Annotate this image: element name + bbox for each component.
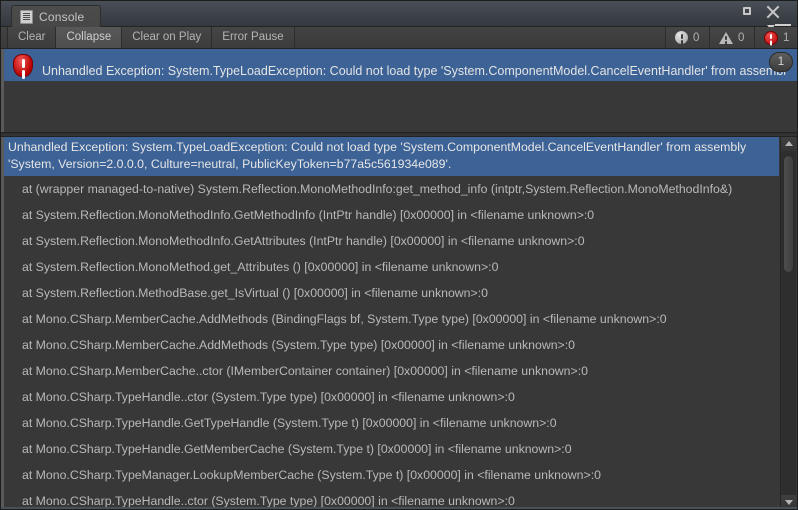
warning-count: 0 [738, 31, 745, 44]
scrollbar-thumb[interactable] [783, 155, 794, 273]
stack-trace-line[interactable]: at System.Reflection.MethodBase.get_IsVi… [4, 280, 779, 306]
stack-trace-line[interactable]: at System.Reflection.MonoMethodInfo.GetA… [4, 228, 779, 254]
window-bottom-edge [1, 507, 797, 509]
info-icon [675, 31, 688, 44]
error-count: 1 [783, 31, 790, 44]
detail-header-line: Unhandled Exception: System.TypeLoadExce… [8, 140, 747, 154]
stack-trace-line[interactable]: at Mono.CSharp.MemberCache.AddMethods (B… [4, 306, 779, 332]
window-titlebar: Console [1, 1, 797, 34]
stack-trace-line[interactable]: at Mono.CSharp.MemberCache..ctor (IMembe… [4, 358, 779, 384]
stack-trace-line[interactable]: at System.Reflection.MonoMethodInfo.GetM… [4, 202, 779, 228]
info-count-toggle[interactable]: 0 [665, 27, 709, 48]
stack-trace-line[interactable]: at Mono.CSharp.TypeHandle..ctor (System.… [4, 488, 779, 509]
log-detail-pane[interactable]: Unhandled Exception: System.TypeLoadExce… [1, 137, 797, 509]
console-window: Console Clear Collapse Clear on Play Err… [0, 0, 798, 510]
stack-trace-line[interactable]: at Mono.CSharp.TypeHandle.GetMemberCache… [4, 436, 779, 462]
collapse-count-badge: 1 [769, 52, 793, 72]
tab-console-label: Console [39, 9, 85, 24]
error-icon [764, 30, 778, 45]
log-list-item-text: Unhandled Exception: System.TypeLoadExce… [42, 64, 787, 78]
maximize-icon[interactable] [741, 5, 755, 19]
detail-vertical-scrollbar[interactable] [780, 137, 796, 509]
warning-icon [719, 31, 733, 44]
detail-header-line: 'System, Version=2.0.0.0, Culture=neutra… [8, 157, 452, 171]
clear-on-play-button[interactable]: Clear on Play [122, 27, 213, 48]
error-count-toggle[interactable]: 1 [754, 27, 797, 48]
scroll-up-arrow-icon[interactable] [781, 137, 796, 151]
detail-header[interactable]: Unhandled Exception: System.TypeLoadExce… [4, 137, 779, 176]
clear-button[interactable]: Clear [7, 27, 57, 48]
close-icon[interactable] [765, 4, 781, 20]
stack-trace-line[interactable]: at Mono.CSharp.MemberCache.AddMethods (S… [4, 332, 779, 358]
stack-trace-line[interactable]: at Mono.CSharp.TypeHandle.GetTypeHandle … [4, 410, 779, 436]
console-document-icon [20, 9, 33, 24]
log-list-item[interactable]: Unhandled Exception: System.TypeLoadExce… [4, 49, 797, 81]
collapse-button[interactable]: Collapse [56, 27, 123, 48]
error-icon [12, 52, 34, 78]
stack-trace-line[interactable]: at System.Reflection.MonoMethod.get_Attr… [4, 254, 779, 280]
error-pause-button[interactable]: Error Pause [212, 27, 295, 48]
stack-trace-line[interactable]: at Mono.CSharp.TypeHandle..ctor (System.… [4, 384, 779, 410]
stack-trace-line[interactable]: at Mono.CSharp.TypeManager.LookupMemberC… [4, 462, 779, 488]
console-toolbar: Clear Collapse Clear on Play Error Pause… [1, 27, 797, 49]
log-list-pane[interactable]: Unhandled Exception: System.TypeLoadExce… [1, 49, 797, 132]
tab-console[interactable]: Console [11, 5, 102, 27]
info-count: 0 [693, 31, 700, 44]
warning-count-toggle[interactable]: 0 [709, 27, 754, 48]
stack-trace-line[interactable]: at (wrapper managed-to-native) System.Re… [4, 176, 779, 202]
